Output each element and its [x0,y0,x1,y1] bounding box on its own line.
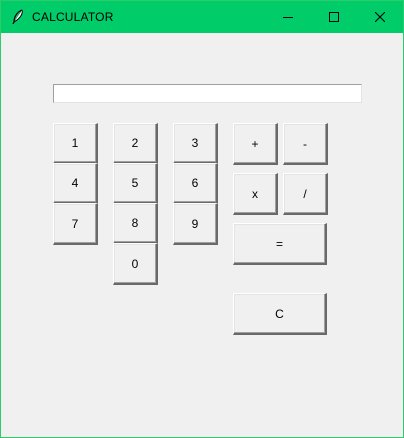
equals-button[interactable]: = [233,223,327,265]
close-button[interactable] [357,1,403,33]
divide-button[interactable]: / [283,173,328,215]
key-6-button[interactable]: 6 [173,163,218,204]
minus-button[interactable]: - [283,123,328,165]
maximize-icon [329,12,339,22]
minimize-icon [283,12,293,22]
clear-button[interactable]: C [233,293,327,335]
plus-button[interactable]: + [233,123,278,165]
key-7-button[interactable]: 7 [53,203,98,245]
key-0-button[interactable]: 0 [113,243,158,285]
display-field[interactable] [53,84,362,103]
calculator-window: CALCULATOR 1 4 7 2 5 8 0 3 6 9 + - x / =… [0,0,404,438]
key-3-button[interactable]: 3 [173,123,218,164]
key-2-button[interactable]: 2 [113,123,158,164]
close-icon [375,12,385,22]
multiply-button[interactable]: x [233,173,278,215]
key-9-button[interactable]: 9 [173,203,218,245]
key-8-button[interactable]: 8 [113,203,158,244]
key-4-button[interactable]: 4 [53,163,98,204]
key-5-button[interactable]: 5 [113,163,158,204]
title-bar[interactable]: CALCULATOR [1,1,403,33]
window-title: CALCULATOR [32,10,114,24]
minimize-button[interactable] [265,1,311,33]
feather-icon [11,9,25,25]
maximize-button[interactable] [311,1,357,33]
key-1-button[interactable]: 1 [53,123,98,164]
